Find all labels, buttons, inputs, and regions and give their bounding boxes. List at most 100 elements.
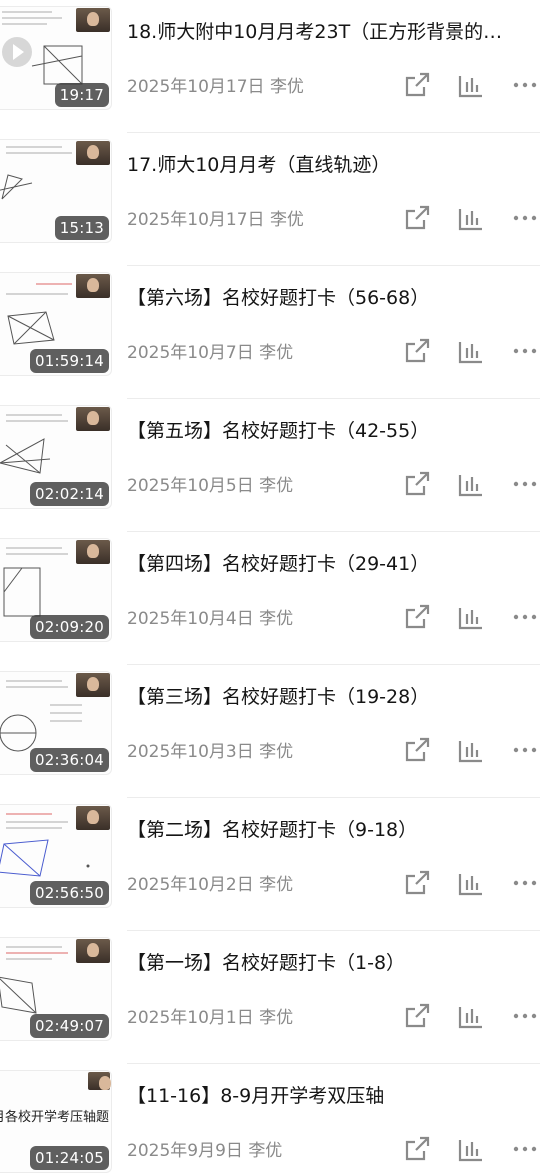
video-title[interactable]: 【11-16】8-9月开学考双压轴	[127, 1082, 532, 1110]
video-list-item[interactable]: 02:36:04 【第三场】名校好题打卡（19-28） 2025年10月3日 李…	[0, 665, 540, 798]
thumbnail-caption: 月各校开学考压轴题	[0, 1110, 110, 1125]
video-thumbnail[interactable]: 02:36:04	[0, 671, 112, 775]
video-thumbnail[interactable]: 01:59:14	[0, 272, 112, 376]
share-icon[interactable]	[402, 602, 432, 632]
instructor-camera	[88, 1072, 111, 1090]
video-thumbnail[interactable]: 月各校开学考压轴题 01:24:05	[0, 1070, 112, 1173]
video-list-item[interactable]: 02:56:50 【第二场】名校好题打卡（9-18） 2025年10月2日 李优	[0, 798, 540, 931]
video-thumbnail[interactable]: 15:13	[0, 139, 112, 243]
instructor-camera	[76, 806, 110, 830]
video-actions	[402, 735, 540, 765]
video-title[interactable]: 【第四场】名校好题打卡（29-41）	[127, 550, 532, 578]
stats-icon[interactable]	[456, 602, 486, 632]
share-icon[interactable]	[402, 1001, 432, 1031]
video-title[interactable]: 【第五场】名校好题打卡（42-55）	[127, 417, 532, 445]
more-icon[interactable]	[510, 336, 540, 366]
video-list-item[interactable]: 月各校开学考压轴题 01:24:05 【11-16】8-9月开学考双压轴 202…	[0, 1064, 540, 1173]
more-icon[interactable]	[510, 469, 540, 499]
video-author: 李优	[248, 1141, 283, 1161]
video-meta: 2025年10月1日 李优	[127, 1003, 293, 1028]
video-actions	[402, 868, 540, 898]
stats-icon[interactable]	[456, 735, 486, 765]
video-date: 2025年10月7日	[127, 343, 254, 363]
more-icon[interactable]	[510, 1001, 540, 1031]
share-icon[interactable]	[402, 868, 432, 898]
video-actions	[402, 70, 540, 100]
share-icon[interactable]	[402, 1134, 432, 1164]
video-actions	[402, 469, 540, 499]
more-icon[interactable]	[510, 1134, 540, 1164]
more-icon[interactable]	[510, 602, 540, 632]
share-icon[interactable]	[402, 70, 432, 100]
stats-icon[interactable]	[456, 469, 486, 499]
video-date: 2025年10月4日	[127, 609, 254, 629]
video-duration: 02:09:20	[30, 615, 109, 639]
video-date: 2025年10月2日	[127, 875, 254, 895]
share-icon[interactable]	[402, 735, 432, 765]
video-list-item[interactable]: 01:59:14 【第六场】名校好题打卡（56-68） 2025年10月7日 李…	[0, 266, 540, 399]
video-list-item[interactable]: 02:02:14 【第五场】名校好题打卡（42-55） 2025年10月5日 李…	[0, 399, 540, 532]
video-date: 2025年10月17日	[127, 210, 265, 230]
stats-icon[interactable]	[456, 203, 486, 233]
video-author: 李优	[259, 343, 294, 363]
video-duration: 19:17	[54, 83, 109, 107]
instructor-camera	[76, 673, 110, 697]
video-author: 李优	[259, 742, 294, 762]
video-thumbnail[interactable]: 19:17	[0, 6, 112, 110]
video-duration: 02:49:07	[30, 1014, 109, 1038]
play-icon	[0, 34, 35, 70]
video-title[interactable]: 【第二场】名校好题打卡（9-18）	[127, 816, 532, 844]
video-date: 2025年9月9日	[127, 1141, 243, 1161]
video-list-item[interactable]: 19:17 18.师大附中10月月考23T（正方形背景的… 2025年10月17…	[0, 0, 540, 133]
share-icon[interactable]	[402, 469, 432, 499]
video-duration: 01:59:14	[30, 349, 109, 373]
video-actions	[402, 602, 540, 632]
more-icon[interactable]	[510, 70, 540, 100]
video-title[interactable]: 【第六场】名校好题打卡（56-68）	[127, 284, 532, 312]
stats-icon[interactable]	[456, 1134, 486, 1164]
video-duration: 01:24:05	[30, 1146, 109, 1170]
video-actions	[402, 336, 540, 366]
stats-icon[interactable]	[456, 1001, 486, 1031]
video-meta: 2025年10月17日 李优	[127, 205, 304, 230]
video-duration: 02:36:04	[30, 748, 109, 772]
video-date: 2025年10月17日	[127, 77, 265, 97]
video-title[interactable]: 【第一场】名校好题打卡（1-8）	[127, 949, 532, 977]
video-author: 李优	[269, 210, 304, 230]
video-title[interactable]: 18.师大附中10月月考23T（正方形背景的…	[127, 18, 532, 46]
share-icon[interactable]	[402, 203, 432, 233]
stats-icon[interactable]	[456, 868, 486, 898]
video-thumbnail[interactable]: 02:09:20	[0, 538, 112, 642]
stats-icon[interactable]	[456, 336, 486, 366]
video-duration: 02:56:50	[30, 881, 109, 905]
video-author: 李优	[259, 476, 294, 496]
instructor-camera	[76, 939, 110, 963]
more-icon[interactable]	[510, 735, 540, 765]
video-author: 李优	[259, 609, 294, 629]
instructor-camera	[76, 407, 110, 431]
video-actions	[402, 203, 540, 233]
instructor-camera	[76, 8, 110, 32]
video-list-item[interactable]: 02:49:07 【第一场】名校好题打卡（1-8） 2025年10月1日 李优	[0, 931, 540, 1064]
share-icon[interactable]	[402, 336, 432, 366]
video-meta: 2025年9月9日 李优	[127, 1136, 282, 1161]
video-list-item[interactable]: 15:13 17.师大10月月考（直线轨迹） 2025年10月17日 李优	[0, 133, 540, 266]
video-thumbnail[interactable]: 02:56:50	[0, 804, 112, 908]
more-icon[interactable]	[510, 203, 540, 233]
video-thumbnail[interactable]: 02:49:07	[0, 937, 112, 1041]
video-meta: 2025年10月5日 李优	[127, 471, 293, 496]
video-author: 李优	[259, 875, 294, 895]
video-duration: 15:13	[54, 216, 109, 240]
video-thumbnail[interactable]: 02:02:14	[0, 405, 112, 509]
video-meta: 2025年10月3日 李优	[127, 737, 293, 762]
instructor-camera	[76, 141, 110, 165]
video-list-item[interactable]: 02:09:20 【第四场】名校好题打卡（29-41） 2025年10月4日 李…	[0, 532, 540, 665]
video-meta: 2025年10月2日 李优	[127, 870, 293, 895]
instructor-camera	[76, 274, 110, 298]
video-duration: 02:02:14	[30, 482, 109, 506]
video-date: 2025年10月5日	[127, 476, 254, 496]
more-icon[interactable]	[510, 868, 540, 898]
video-title[interactable]: 【第三场】名校好题打卡（19-28）	[127, 683, 532, 711]
stats-icon[interactable]	[456, 70, 486, 100]
video-title[interactable]: 17.师大10月月考（直线轨迹）	[127, 151, 532, 179]
